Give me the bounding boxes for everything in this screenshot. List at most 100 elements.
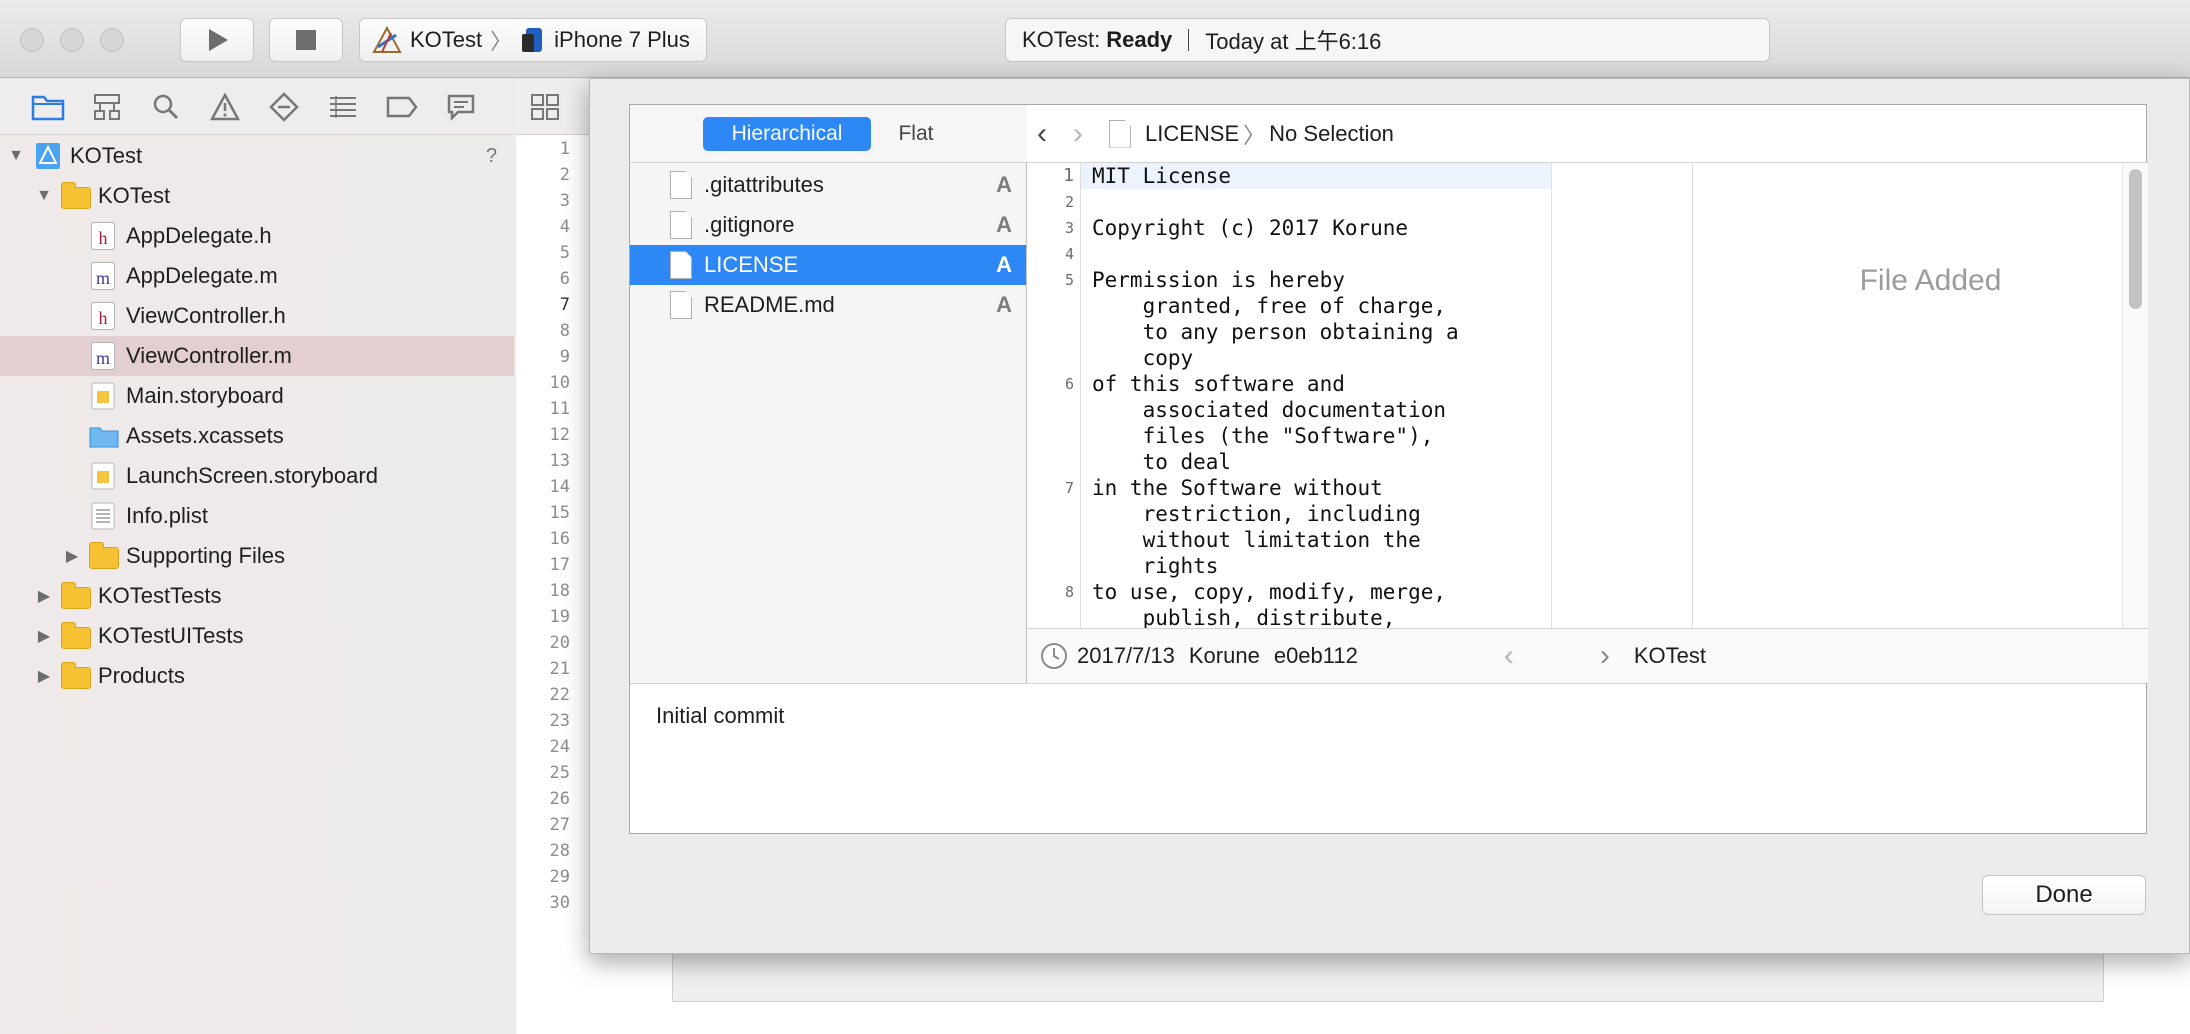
stop-button[interactable] xyxy=(269,18,343,62)
breakpoint-navigator-tab[interactable] xyxy=(382,87,422,127)
back-arrow-icon[interactable]: ‹ xyxy=(1037,117,1047,151)
tree-item-folder[interactable]: ▶ Supporting Files xyxy=(0,536,514,576)
stop-icon xyxy=(296,30,316,50)
path-selection[interactable]: No Selection xyxy=(1269,121,1394,147)
disclosure-closed-icon[interactable]: ▶ xyxy=(34,626,54,646)
implementation-file-icon: m xyxy=(91,342,115,370)
disclosure-closed-icon[interactable]: ▶ xyxy=(62,546,82,566)
line-number: 7 xyxy=(1064,479,1074,497)
storyboard-icon xyxy=(91,462,115,490)
disclosure-open-icon[interactable]: ▼ xyxy=(6,147,26,165)
tree-item-folder[interactable]: ▶ Products xyxy=(0,656,514,696)
minimize-window-button[interactable] xyxy=(60,28,84,52)
disclosure-open-icon[interactable]: ▼ xyxy=(34,187,54,205)
project-navigator-tab[interactable] xyxy=(28,87,68,127)
editor-line-gutter: 1 2 3 4 5 6 7 8 9 10 11 12 13 14 15 16 1… xyxy=(516,136,570,1034)
changed-file-name: LICENSE xyxy=(704,252,799,277)
changed-file-row-selected[interactable]: LICENSE A xyxy=(630,245,1026,285)
debug-navigator-tab[interactable] xyxy=(323,87,363,127)
line-number: 12 xyxy=(549,425,570,445)
tree-item-file[interactable]: Info.plist xyxy=(0,496,514,536)
activity-state: Ready xyxy=(1106,27,1173,52)
line-number: 21 xyxy=(549,659,570,679)
line-number: 18 xyxy=(549,581,570,601)
flat-segment[interactable]: Flat xyxy=(876,117,956,151)
test-navigator-tab[interactable] xyxy=(264,87,304,127)
asset-catalog-icon xyxy=(89,427,119,448)
project-navigator: ▼ KOTest ? ▼ KOTest h AppDelegate.h m Ap… xyxy=(0,136,514,1034)
folder-icon xyxy=(61,582,91,609)
changed-file-name: .gitignore xyxy=(704,212,795,237)
disclosure-closed-icon[interactable]: ▶ xyxy=(34,586,54,606)
source-control-navigator-tab[interactable] xyxy=(87,87,127,127)
forward-arrow-icon[interactable]: › xyxy=(1073,117,1083,151)
tree-item-label: KOTestTests xyxy=(98,583,222,608)
line-number: 5 xyxy=(559,243,570,263)
tree-item-file[interactable]: Assets.xcassets xyxy=(0,416,514,456)
tree-item-file[interactable]: m AppDelegate.m xyxy=(0,256,514,296)
tree-item-label: KOTest xyxy=(70,143,143,168)
vertical-scrollbar[interactable] xyxy=(2122,163,2148,628)
list-lines-icon xyxy=(330,95,356,118)
line-number: 4 xyxy=(1064,245,1074,263)
changed-file-row[interactable]: .gitattributes A xyxy=(630,165,1026,205)
header-file-icon: h xyxy=(91,302,115,330)
changed-file-row[interactable]: .gitignore A xyxy=(630,205,1026,245)
done-button[interactable]: Done xyxy=(1982,875,2146,915)
tree-item-file[interactable]: h ViewController.h xyxy=(0,296,514,336)
line-number: 25 xyxy=(549,763,570,783)
code-line: to use, copy, modify, merge, publish, di… xyxy=(1092,580,1447,628)
tree-item-label: Products xyxy=(98,663,185,688)
hierarchical-segment[interactable]: Hierarchical xyxy=(703,117,871,151)
find-navigator-tab[interactable] xyxy=(146,87,186,127)
tree-item-label: Supporting Files xyxy=(126,543,285,568)
report-navigator-tab[interactable] xyxy=(441,87,481,127)
tree-item-file[interactable]: LaunchScreen.storyboard xyxy=(0,456,514,496)
line-number: 8 xyxy=(1064,583,1074,601)
folder-icon xyxy=(89,542,119,569)
help-icon[interactable]: ? xyxy=(486,145,497,168)
header-file-icon: h xyxy=(91,222,115,250)
changed-file-name: README.md xyxy=(704,292,835,317)
folder-icon xyxy=(61,182,91,209)
file-content-viewer[interactable]: 1 2 3 4 5 6 7 8 MIT License Copyright (c… xyxy=(1027,163,2148,628)
disclosure-closed-icon[interactable]: ▶ xyxy=(34,666,54,686)
run-button[interactable] xyxy=(180,18,254,62)
issue-navigator-tab[interactable] xyxy=(205,87,245,127)
line-number: 15 xyxy=(549,503,570,523)
line-number: 1 xyxy=(559,139,570,159)
plist-file-icon xyxy=(91,502,115,530)
document-icon xyxy=(670,251,692,279)
tree-item-file[interactable]: Main.storyboard xyxy=(0,376,514,416)
tree-item-project[interactable]: ▼ KOTest ? xyxy=(0,136,514,176)
code-line: Permission is hereby granted, free of ch… xyxy=(1092,268,1459,370)
tree-item-file[interactable]: h AppDelegate.h xyxy=(0,216,514,256)
chevron-right-icon: 〉 xyxy=(490,29,513,54)
previous-commit-arrow-icon[interactable]: ‹ xyxy=(1504,639,1514,673)
line-number: 19 xyxy=(549,607,570,627)
path-file-name[interactable]: LICENSE xyxy=(1145,121,1239,147)
activity-separator xyxy=(1188,29,1190,51)
tree-item-file-selected[interactable]: m ViewController.m xyxy=(0,336,514,376)
zoom-window-button[interactable] xyxy=(100,28,124,52)
next-commit-arrow-icon[interactable]: › xyxy=(1600,639,1610,673)
tree-item-label: KOTestUITests xyxy=(98,623,244,648)
storyboard-icon xyxy=(91,382,115,410)
line-number: 3 xyxy=(559,191,570,211)
file-status-badge: A xyxy=(996,252,1012,277)
tree-item-folder[interactable]: ▼ KOTest xyxy=(0,176,514,216)
play-icon xyxy=(209,29,228,51)
tree-item-folder[interactable]: ▶ KOTestUITests xyxy=(0,616,514,656)
changed-file-row[interactable]: README.md A xyxy=(630,285,1026,325)
tree-item-label: ViewController.h xyxy=(126,303,286,328)
commit-details-panel: Hierarchical Flat .gitattributes A .giti… xyxy=(629,104,2148,834)
activity-time: Today at 上午6:16 xyxy=(1205,29,1382,54)
scrollbar-thumb[interactable] xyxy=(2129,169,2142,309)
commit-message: Initial commit xyxy=(630,683,2146,833)
scheme-selector[interactable]: KOTest 〉 iPhone 7 Plus xyxy=(359,18,707,62)
navigator-selector-bar xyxy=(0,79,514,135)
commit-hash: e0eb112 xyxy=(1273,643,1358,668)
related-items-grid-icon[interactable] xyxy=(530,93,560,121)
close-window-button[interactable] xyxy=(20,28,44,52)
tree-item-folder[interactable]: ▶ KOTestTests xyxy=(0,576,514,616)
